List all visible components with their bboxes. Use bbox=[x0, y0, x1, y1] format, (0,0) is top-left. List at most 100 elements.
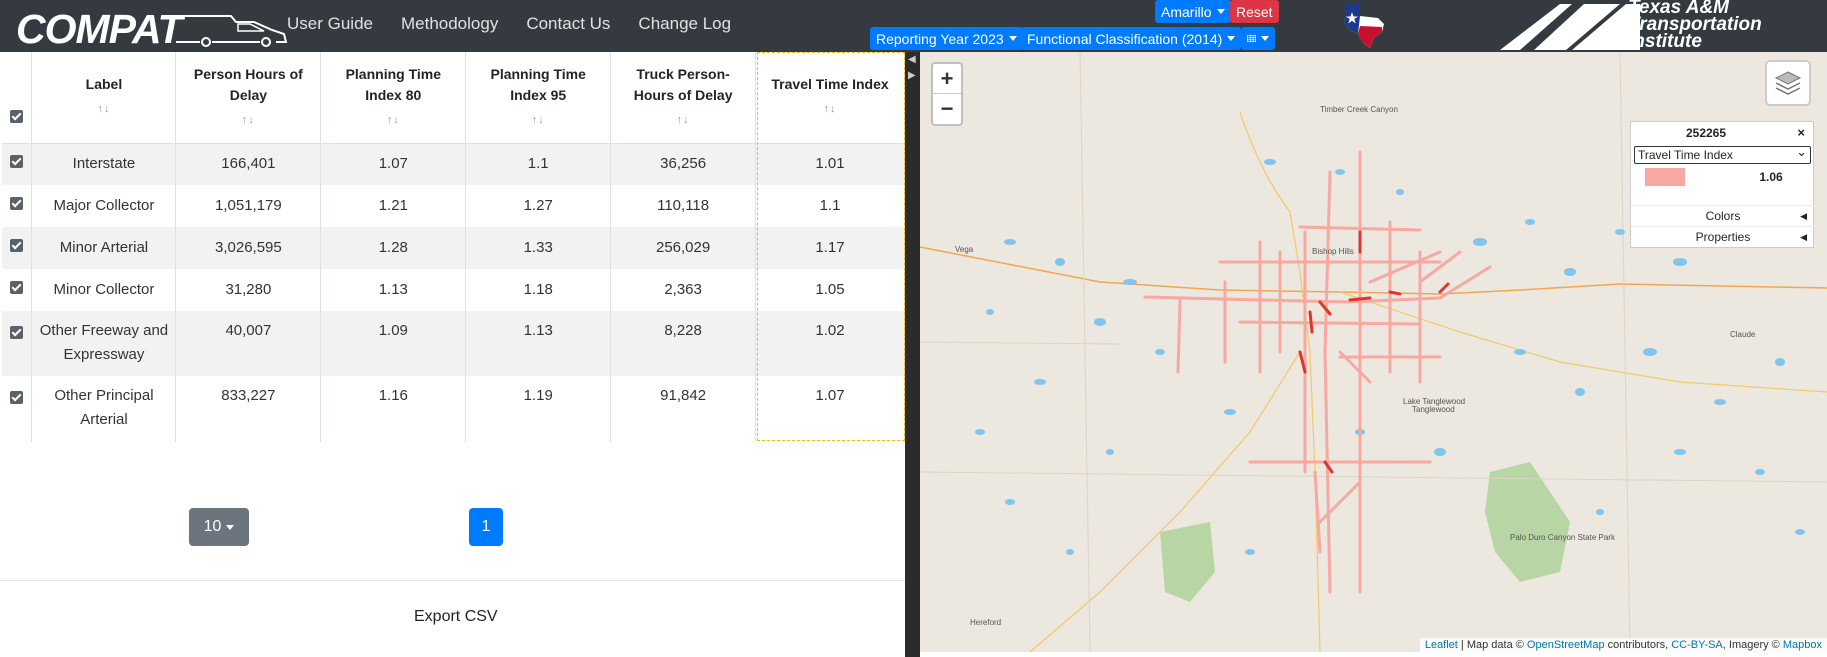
mapbox-link[interactable]: Mapbox bbox=[1783, 639, 1822, 651]
export-csv-button[interactable]: Export CSV bbox=[414, 608, 498, 626]
cell: 1.18 bbox=[465, 269, 612, 311]
close-icon[interactable]: × bbox=[1797, 125, 1805, 140]
cell: Other Principal Arterial bbox=[31, 376, 177, 442]
compat-logo[interactable]: COMPAT bbox=[16, 4, 288, 52]
col-header-person-hours[interactable]: Person Hours of Delay ↑↓ bbox=[175, 52, 322, 144]
highway-line bbox=[1239, 111, 1321, 652]
map[interactable]: Vega Bishop Hills Tanglewood Lake Tangle… bbox=[920, 52, 1827, 652]
table-view-dropdown[interactable] bbox=[1241, 27, 1275, 50]
zoom-control: + − bbox=[931, 62, 963, 126]
page-button-1[interactable]: 1 bbox=[469, 508, 503, 546]
cell: 2,363 bbox=[610, 269, 757, 311]
cell: 1.16 bbox=[320, 376, 467, 442]
nav-link-contact-us[interactable]: Contact Us bbox=[526, 14, 610, 34]
attrib-text: contributors, bbox=[1604, 639, 1672, 651]
sort-icon[interactable]: ↑↓ bbox=[474, 110, 602, 131]
park-area bbox=[1160, 522, 1215, 602]
row-checkbox[interactable] bbox=[10, 326, 24, 339]
place-label: Lake Tanglewood bbox=[1403, 397, 1465, 406]
collapse-left-icon[interactable]: ◀ bbox=[908, 54, 916, 65]
table-row[interactable]: Other Freeway and Expressway 40,007 1.09… bbox=[2, 311, 905, 376]
classification-dropdown[interactable]: Functional Classification (2014) bbox=[1021, 27, 1242, 50]
layers-button[interactable] bbox=[1765, 60, 1811, 106]
place-label: Bishop Hills bbox=[1312, 247, 1354, 256]
row-checkbox[interactable] bbox=[10, 197, 24, 210]
col-header-truck-delay[interactable]: Truck Person-Hours of Delay ↑↓ bbox=[610, 52, 757, 144]
nav-link-user-guide[interactable]: User Guide bbox=[287, 14, 373, 34]
cell: 1.13 bbox=[465, 311, 612, 376]
place-label: Claude bbox=[1730, 330, 1756, 339]
chevron-left-icon: ◀ bbox=[1800, 232, 1807, 242]
nav-link-change-log[interactable]: Change Log bbox=[638, 14, 731, 34]
col-header-label[interactable]: Label ↑↓ bbox=[31, 52, 177, 144]
row-checkbox-cell[interactable] bbox=[2, 227, 33, 269]
row-checkbox-cell[interactable] bbox=[2, 269, 33, 311]
sort-icon[interactable]: ↑↓ bbox=[619, 110, 747, 131]
select-all-header[interactable] bbox=[2, 52, 33, 144]
place-label: Timber Creek Canyon bbox=[1320, 105, 1398, 114]
park-area bbox=[1485, 462, 1570, 582]
row-checkbox-cell[interactable] bbox=[2, 376, 33, 442]
highway-line bbox=[920, 246, 1827, 295]
colors-section-toggle[interactable]: Colors ◀ bbox=[1631, 205, 1815, 226]
page-size-dropdown[interactable]: 10 bbox=[189, 508, 249, 546]
place-label: Vega bbox=[955, 245, 974, 254]
panel-splitter[interactable]: ◀ ▶ bbox=[905, 52, 920, 657]
select-all-checkbox[interactable] bbox=[10, 109, 24, 123]
table-row[interactable]: Minor Arterial 3,026,595 1.28 1.33 256,0… bbox=[2, 227, 905, 269]
row-checkbox-cell[interactable] bbox=[2, 143, 33, 185]
cell: 31,280 bbox=[175, 269, 322, 311]
nav-link-methodology[interactable]: Methodology bbox=[401, 14, 498, 34]
feature-id: 252265 bbox=[1685, 126, 1727, 140]
metric-select[interactable]: Travel Time Index bbox=[1634, 144, 1811, 164]
leaflet-link[interactable]: Leaflet bbox=[1425, 639, 1458, 651]
metric-value: 1.06 bbox=[1759, 170, 1783, 184]
cell: 1.21 bbox=[320, 185, 467, 227]
row-checkbox-cell[interactable] bbox=[2, 311, 33, 376]
header-text: Planning Time Index 80 bbox=[345, 65, 442, 103]
sort-icon[interactable]: ↑↓ bbox=[184, 110, 312, 131]
row-checkbox-cell[interactable] bbox=[2, 185, 33, 227]
col-header-pti95[interactable]: Planning Time Index 95 ↑↓ bbox=[465, 52, 612, 144]
year-dropdown[interactable]: Reporting Year 2023 bbox=[870, 27, 1023, 50]
sort-icon[interactable]: ↑↓ bbox=[40, 99, 167, 120]
map-attribution: Leaflet | Map data © OpenStreetMap contr… bbox=[1419, 638, 1827, 652]
cell: 1,051,179 bbox=[175, 185, 322, 227]
tti-logo[interactable]: Texas A&M Transportation Institute bbox=[1500, 0, 1780, 52]
table-panel: Label ↑↓ Person Hours of Delay ↑↓ Planning… bbox=[0, 52, 905, 657]
chevron-left-icon: ◀ bbox=[1800, 211, 1807, 221]
attrib-text: , Imagery © bbox=[1722, 639, 1783, 651]
cell: 3,026,595 bbox=[175, 227, 322, 269]
zoom-out-button[interactable]: − bbox=[933, 94, 961, 124]
attrib-text: | Map data © bbox=[1457, 639, 1527, 651]
col-header-tti[interactable]: Travel Time Index ↑↓ bbox=[755, 52, 905, 144]
row-checkbox[interactable] bbox=[10, 155, 24, 169]
col-header-pti80[interactable]: Planning Time Index 80 ↑↓ bbox=[320, 52, 467, 144]
tti-road-icon bbox=[1500, 4, 1640, 50]
cell: 36,256 bbox=[610, 143, 757, 185]
cell: Interstate bbox=[31, 143, 177, 185]
colors-label: Colors bbox=[1705, 209, 1741, 223]
osm-link[interactable]: OpenStreetMap bbox=[1527, 639, 1605, 651]
cell: 1.02 bbox=[755, 311, 905, 376]
table-row[interactable]: Minor Collector 31,280 1.13 1.18 2,363 1… bbox=[2, 269, 905, 311]
reset-button[interactable]: Reset bbox=[1230, 0, 1279, 23]
region-dropdown[interactable]: Amarillo bbox=[1155, 0, 1231, 23]
chevron-down-icon bbox=[1227, 36, 1236, 41]
table-row[interactable]: Major Collector 1,051,179 1.21 1.27 110,… bbox=[2, 185, 905, 227]
license-link[interactable]: CC-BY-SA bbox=[1671, 639, 1723, 651]
row-checkbox[interactable] bbox=[10, 239, 24, 252]
table-header-row: Label ↑↓ Person Hours of Delay ↑↓ Planning… bbox=[2, 52, 905, 144]
row-checkbox[interactable] bbox=[10, 391, 24, 404]
divider bbox=[0, 580, 905, 581]
cell: 166,401 bbox=[175, 143, 322, 185]
sort-icon[interactable]: ↑↓ bbox=[764, 99, 896, 120]
table-row[interactable]: Other Principal Arterial 833,227 1.16 1.… bbox=[2, 376, 905, 442]
row-checkbox[interactable] bbox=[10, 281, 24, 294]
sort-icon[interactable]: ↑↓ bbox=[329, 110, 457, 131]
zoom-in-button[interactable]: + bbox=[933, 64, 961, 94]
table-row[interactable]: Interstate 166,401 1.07 1.1 36,256 1.01 bbox=[2, 143, 905, 185]
expand-right-icon[interactable]: ▶ bbox=[908, 70, 916, 81]
header-text: Label bbox=[85, 76, 123, 93]
properties-section-toggle[interactable]: Properties ◀ bbox=[1631, 226, 1815, 247]
